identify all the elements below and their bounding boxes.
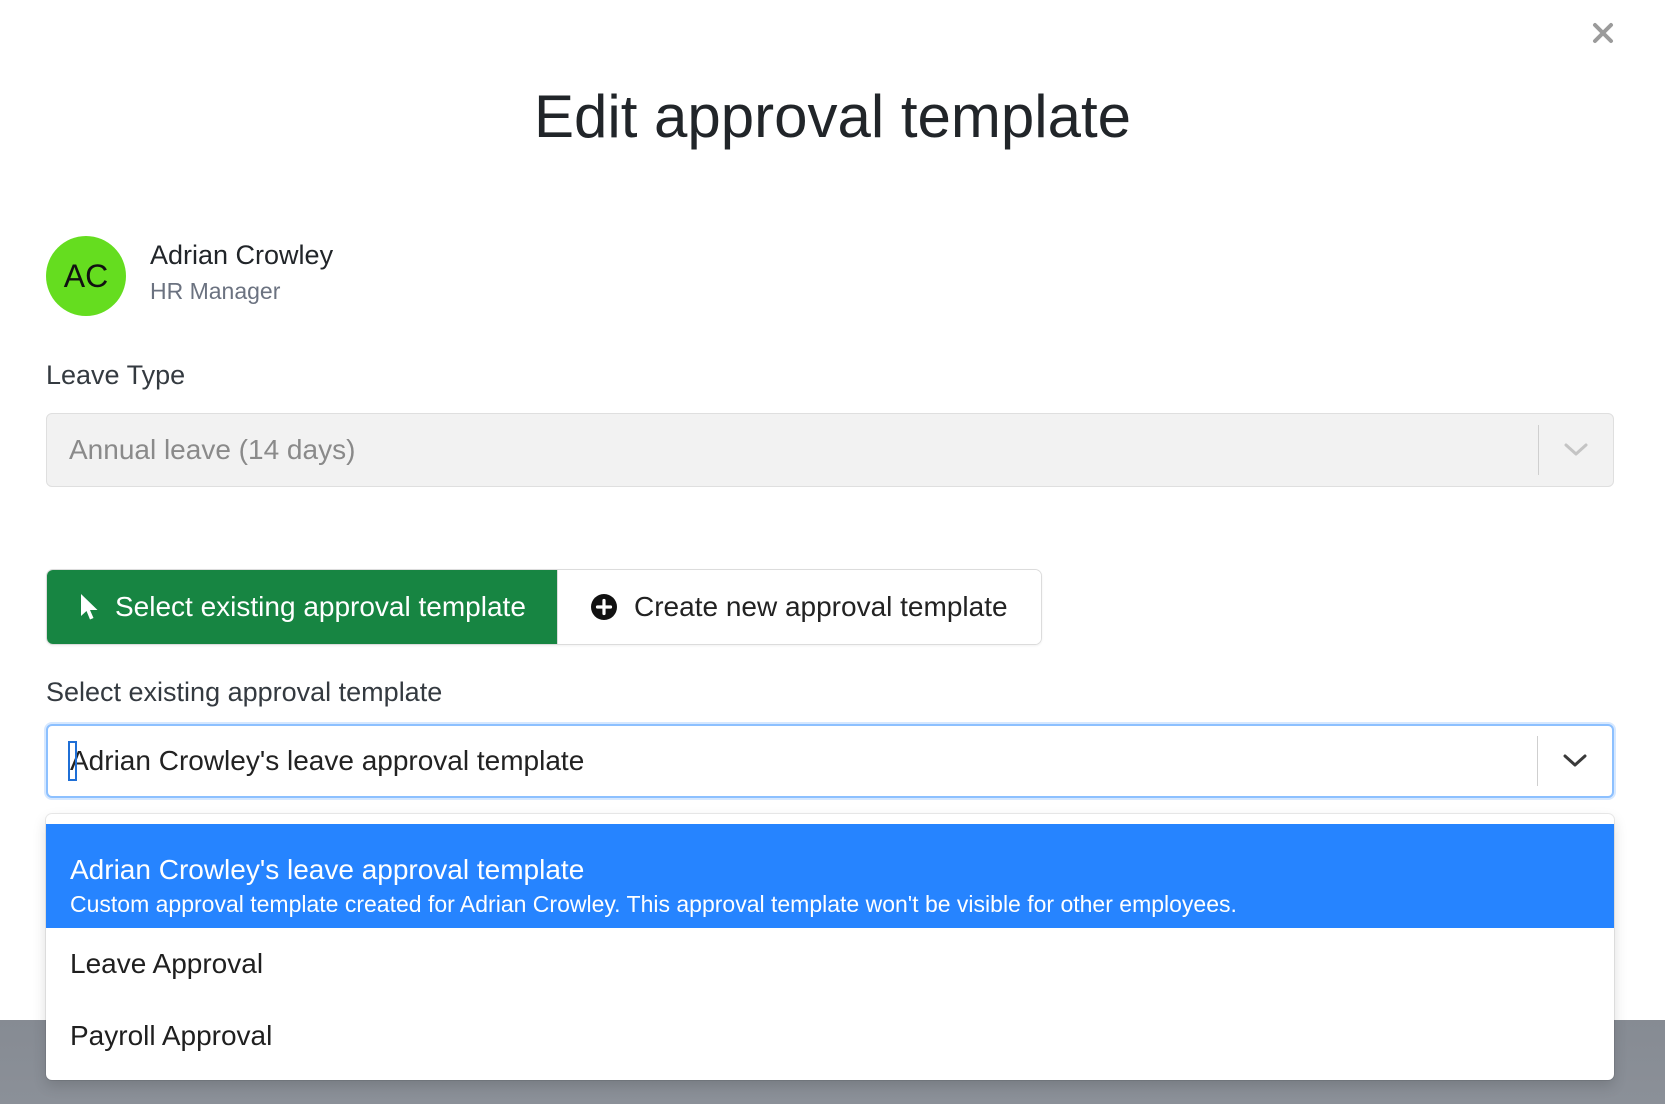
option-title: Leave Approval (70, 948, 264, 979)
leave-type-dropdown-toggle (1539, 414, 1613, 486)
option-title: Adrian Crowley's leave approval template (70, 854, 585, 885)
close-button[interactable] (1588, 18, 1618, 48)
leave-type-value: Annual leave (14 days) (69, 434, 356, 465)
template-dropdown-toggle[interactable] (1538, 726, 1612, 796)
template-select-label: Select existing approval template (46, 677, 443, 707)
template-select[interactable]: Adrian Crowley's leave approval template (46, 724, 1614, 798)
employee-role: HR Manager (150, 278, 281, 304)
text-cursor (68, 741, 77, 781)
close-icon (1593, 23, 1613, 43)
edit-approval-template-modal: Edit approval template AC Adrian Crowley… (0, 0, 1665, 1104)
plus-circle-icon (590, 593, 618, 621)
leave-type-select: Annual leave (14 days) (46, 413, 1614, 487)
create-new-template-button[interactable]: Create new approval template (557, 570, 1041, 644)
chevron-down-icon (1563, 754, 1587, 767)
leave-type-label: Leave Type (46, 360, 186, 390)
template-mode-toggle: Select existing approval template Create… (46, 569, 1042, 645)
option-leave-approval[interactable]: Leave Approval (46, 928, 1614, 1000)
pointer-icon (79, 593, 99, 621)
option-title: Payroll Approval (70, 1020, 273, 1051)
avatar: AC (46, 236, 126, 316)
select-existing-template-button[interactable]: Select existing approval template (47, 570, 557, 644)
avatar-initials: AC (63, 257, 109, 294)
select-existing-template-label: Select existing approval template (115, 591, 526, 622)
template-select-value-text: Adrian Crowley's leave approval template (70, 745, 585, 776)
create-new-template-label: Create new approval template (634, 591, 1008, 622)
template-dropdown-menu: Adrian Crowley's leave approval template… (46, 814, 1614, 1080)
option-description: Custom approval template created for Adr… (70, 891, 1237, 917)
chevron-down-icon (1564, 443, 1588, 456)
template-select-value[interactable]: Adrian Crowley's leave approval template (48, 741, 1537, 781)
option-adrian-crowley-template[interactable]: Adrian Crowley's leave approval template… (46, 824, 1614, 928)
employee-name: Adrian Crowley (150, 240, 334, 270)
option-payroll-approval[interactable]: Payroll Approval (46, 1000, 1614, 1072)
modal-title: Edit approval template (533, 83, 1131, 150)
